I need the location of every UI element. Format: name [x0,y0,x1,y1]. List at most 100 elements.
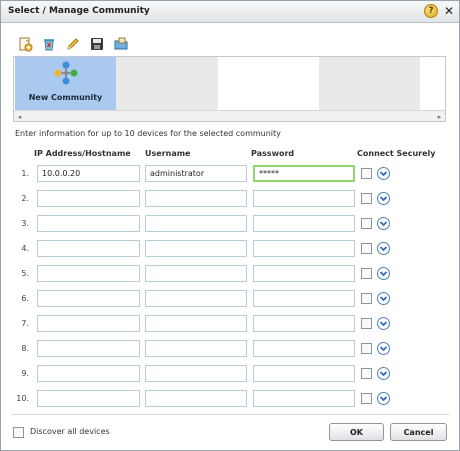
device-row: 4. [1,240,459,258]
password-input[interactable] [253,390,355,407]
ip-address-input[interactable] [37,290,140,307]
password-input[interactable] [253,365,355,382]
close-icon: ✕ [443,4,455,18]
password-input[interactable] [253,215,355,232]
new-community-button[interactable] [16,35,34,53]
scroll-left-icon[interactable]: ◂ [14,111,25,122]
row-number: 6. [21,294,29,303]
device-row: 3. [1,215,459,233]
chevron-down-icon [379,271,388,277]
device-row: 6. [1,290,459,308]
connect-securely-checkbox[interactable] [361,168,372,179]
verify-connection-button[interactable] [377,167,390,180]
password-input[interactable] [253,340,355,357]
row-number: 3. [21,219,29,228]
chevron-down-icon [379,246,388,252]
username-input[interactable] [145,190,247,207]
username-input[interactable] [145,315,247,332]
save-button[interactable] [88,35,106,53]
username-input[interactable] [145,390,247,407]
username-input[interactable] [145,215,247,232]
ip-address-input[interactable] [37,265,140,282]
verify-connection-button[interactable] [377,217,390,230]
password-input[interactable] [253,190,355,207]
verify-connection-button[interactable] [377,292,390,305]
community-tile-empty [420,57,445,110]
discover-all-checkbox[interactable] [13,427,24,438]
help-button[interactable]: ? [424,4,438,18]
connect-securely-checkbox[interactable] [361,318,372,329]
verify-connection-button[interactable] [377,317,390,330]
password-input[interactable] [253,165,355,182]
username-input[interactable] [145,240,247,257]
verify-connection-button[interactable] [377,267,390,280]
column-header-username: Username [145,149,191,158]
ip-address-input[interactable] [37,190,140,207]
password-input[interactable] [253,265,355,282]
chevron-down-icon [379,346,388,352]
community-tile-new[interactable]: New Community [15,57,116,110]
verify-connection-button[interactable] [377,192,390,205]
password-input[interactable] [253,315,355,332]
delete-icon [44,39,54,51]
edit-icon [67,38,79,50]
new-community-icon [19,37,33,52]
username-input[interactable] [145,290,247,307]
cancel-button[interactable]: Cancel [390,423,447,441]
device-row: 9. [1,365,459,383]
ip-address-input[interactable] [37,340,140,357]
instructions-text: Enter information for up to 10 devices f… [15,129,281,138]
row-number: 1. [21,169,29,178]
save-icon [91,38,103,50]
scroll-right-icon[interactable]: ▸ [434,111,445,122]
community-tile-label: New Community [28,93,103,102]
connect-securely-checkbox[interactable] [361,193,372,204]
connect-securely-checkbox[interactable] [361,293,372,304]
chevron-down-icon [379,371,388,377]
chevron-down-icon [379,296,388,302]
chevron-down-icon [379,221,388,227]
username-input[interactable] [145,265,247,282]
open-icon [114,37,128,50]
connect-securely-checkbox[interactable] [361,343,372,354]
device-row: 7. [1,315,459,333]
ip-address-input[interactable] [37,165,140,182]
manage-community-dialog: Select / Manage Community ? ✕ New Commun… [0,0,460,451]
horizontal-scrollbar[interactable]: ◂ ▸ [14,110,445,121]
row-number: 2. [21,194,29,203]
help-icon: ? [428,6,434,16]
connect-securely-checkbox[interactable] [361,243,372,254]
password-input[interactable] [253,290,355,307]
ip-address-input[interactable] [37,215,140,232]
username-input[interactable] [145,340,247,357]
connect-securely-checkbox[interactable] [361,218,372,229]
ip-address-input[interactable] [37,365,140,382]
verify-connection-button[interactable] [377,242,390,255]
verify-connection-button[interactable] [377,367,390,380]
device-row: 10. [1,390,459,408]
username-input[interactable] [145,165,247,182]
footer-divider [11,414,449,415]
row-number: 7. [21,319,29,328]
device-row: 1. [1,165,459,183]
device-row: 2. [1,190,459,208]
close-button[interactable]: ✕ [442,3,456,19]
connect-securely-checkbox[interactable] [361,393,372,404]
username-input[interactable] [145,365,247,382]
ip-address-input[interactable] [37,240,140,257]
verify-connection-button[interactable] [377,392,390,405]
ip-address-input[interactable] [37,315,140,332]
ip-address-input[interactable] [37,390,140,407]
row-number: 8. [21,344,29,353]
password-input[interactable] [253,240,355,257]
edit-button[interactable] [64,35,82,53]
connect-securely-checkbox[interactable] [361,368,372,379]
ok-button[interactable]: OK [329,423,384,441]
delete-button[interactable] [40,35,58,53]
discover-all-label: Discover all devices [30,427,110,436]
chevron-down-icon [379,396,388,402]
chevron-down-icon [379,171,388,177]
connect-securely-checkbox[interactable] [361,268,372,279]
verify-connection-button[interactable] [377,342,390,355]
open-button[interactable] [112,35,130,53]
